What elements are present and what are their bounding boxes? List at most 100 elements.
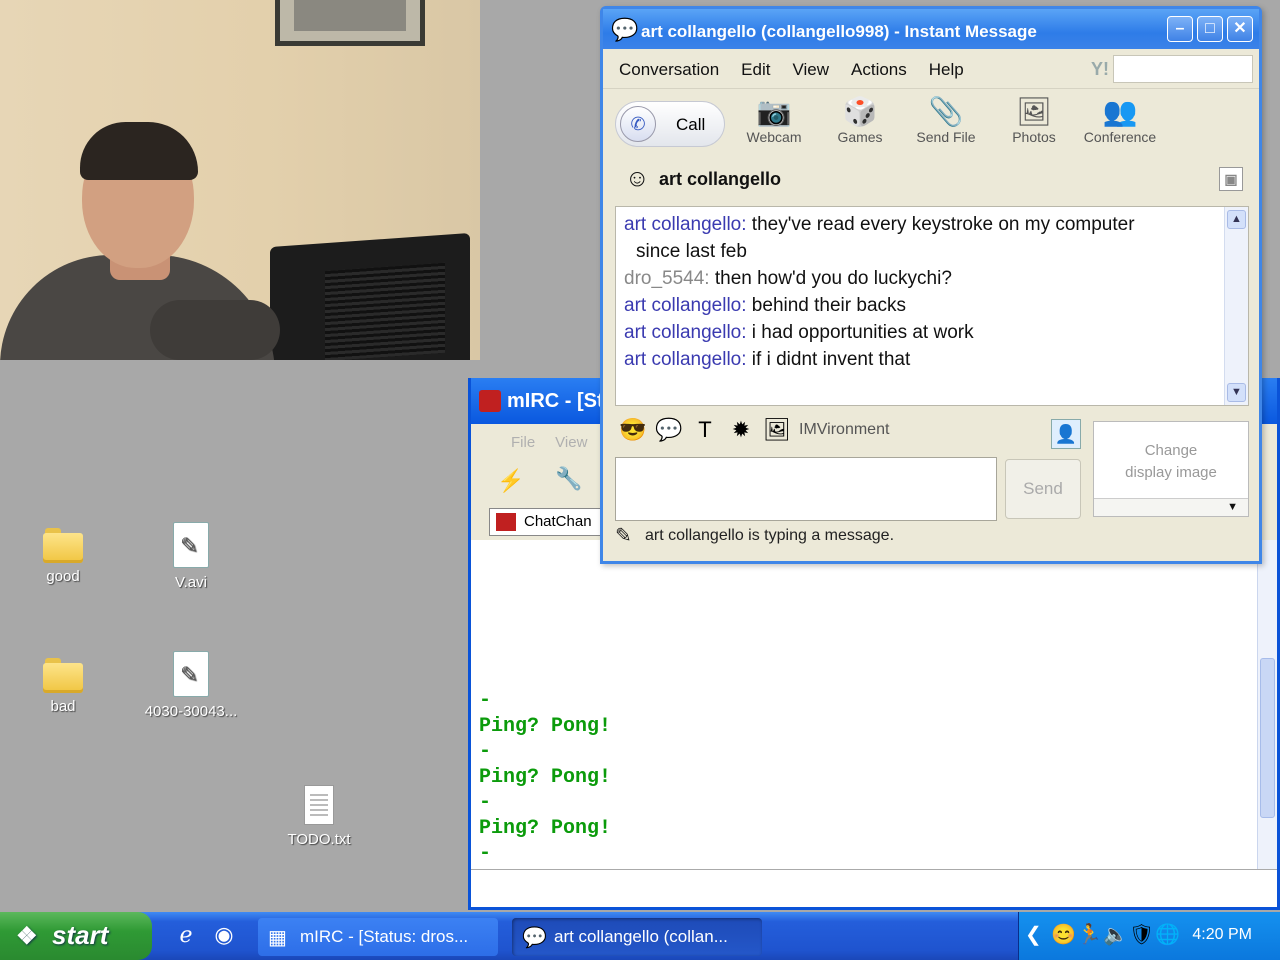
folder-icon [43,658,83,693]
quicklaunch-ie-icon[interactable]: ℯ [172,922,200,950]
message-text: if i didnt invent that [746,349,911,370]
messenger-app-icon: 💬 [611,17,639,42]
log-line: Ping? Pong! [479,765,612,789]
mirc-menu-view[interactable]: View [555,434,587,460]
typing-status: ✎ art collangello is typing a message. [615,525,895,547]
chat-message: art collangello: i had opportunities at … [624,319,1218,346]
picture-frame [275,0,425,46]
text-format-icon[interactable]: T [687,417,723,443]
imvironment-label[interactable]: IMVironment [799,421,889,438]
photos-label: Photos [1012,129,1056,145]
scroll-up-icon[interactable]: ▲ [1227,210,1246,229]
windows-flag-icon: ❖ [16,923,38,950]
im-title: art collangello (collangello998) - Insta… [641,22,1037,41]
yahoo-logo-icon: Y! [1091,59,1109,79]
photos-button[interactable]: 🖼 Photos [989,95,1079,145]
chat-message: art collangello: if i didnt invent that [624,346,1218,373]
webcam-video-feed [0,0,480,360]
scroll-down-icon[interactable]: ▼ [1227,383,1246,402]
tray-aim-icon[interactable]: 🏃 [1077,922,1102,947]
phone-icon: ✆ [620,106,656,142]
tray-messenger-icon[interactable]: 😊 [1051,922,1076,947]
video-file-icon [173,651,209,697]
desktop-icon-bad[interactable]: bad [3,658,123,715]
person-hair [80,122,198,180]
audible-icon[interactable]: 💬 [651,417,687,443]
tab-chatchannel[interactable]: ChatChan [489,508,609,536]
menu-conversation[interactable]: Conversation [619,60,719,88]
games-button[interactable]: 🎲 Games [815,95,905,145]
send-file-button[interactable]: 📎 Send File [901,95,991,145]
taskbar-item-im[interactable]: 💬 art collangello (collan... [512,918,762,956]
desktop-icon-label: TODO.txt [287,831,351,848]
messenger-icon: 💬 [522,927,547,949]
photos-icon: 🖼 [1016,96,1052,127]
mirc-scrollbar[interactable] [1257,540,1277,870]
mirc-menu-file[interactable]: File [481,434,535,460]
desktop-icon-v-avi[interactable]: V.avi [131,522,251,591]
system-tray: ❮ 😊 🏃 🔈 🛡 🌐 4:20 PM [1018,912,1280,960]
options-icon[interactable]: 🔧 [555,466,582,492]
desktop-icon-good[interactable]: good [3,528,123,585]
chevron-down-icon[interactable]: ▼ [1094,498,1248,516]
tray-security-icon[interactable]: 🛡 [1129,922,1154,947]
conference-button[interactable]: 👥 Conference [1075,95,1165,145]
message-text: behind their backs [746,295,907,316]
smiley-status-icon: ☺ [625,165,650,192]
quicklaunch-firefox-icon[interactable]: ◉ [210,922,238,950]
maximize-button[interactable]: □ [1197,16,1223,42]
folder-icon [43,528,83,563]
games-label: Games [837,129,883,145]
im-menubar: Conversation Edit View Actions Help Y! [603,49,1259,89]
webcam-button[interactable]: 📷 Webcam [729,95,819,145]
chat-message: art collangello: behind their backs [624,292,1218,319]
im-titlebar[interactable]: 💬 art collangello (collangello998) - Ins… [603,9,1259,49]
chat-scrollbar[interactable]: ▲ ▼ [1224,207,1248,405]
start-button[interactable]: ❖ start [0,912,152,960]
message-text: then how'd you do luckychi? [709,268,952,289]
menu-edit[interactable]: Edit [741,60,770,88]
message-text: i had opportunities at work [746,322,974,343]
desktop-icon-4030[interactable]: 4030-30043... [131,651,251,720]
log-line: - [479,689,492,712]
task-label: art collangello (collan... [554,927,728,946]
webcam-icon: 📷 [756,96,792,127]
conference-icon: 👥 [1102,96,1138,127]
menu-actions[interactable]: Actions [851,60,907,88]
buzz-icon[interactable]: ✹ [723,417,759,443]
mirc-command-input[interactable] [471,869,1277,907]
chat-message-continuation: since last feb [636,241,747,262]
tray-network-icon[interactable]: 🌐 [1155,922,1180,947]
typing-status-text: art collangello is typing a message. [645,527,895,544]
menu-view[interactable]: View [792,60,829,88]
display-image-box[interactable]: Change display image ▼ [1093,421,1249,517]
message-input[interactable] [615,457,997,521]
tray-volume-icon[interactable]: 🔈 [1103,922,1128,947]
mirc-scroll-thumb[interactable] [1260,658,1275,818]
call-button[interactable]: ✆ Call [615,101,725,147]
display-image-label-1: Change [1144,442,1198,459]
tray-expand-icon[interactable]: ❮ [1025,922,1042,947]
connect-icon[interactable]: ⚡ [497,468,524,494]
contact-name: art collangello [659,169,782,189]
contact-card-icon[interactable]: ▣ [1219,167,1243,191]
log-line: Ping? Pong! [479,816,612,840]
desktop-icon-label: bad [50,698,76,715]
contact-details-icon[interactable]: 👤 [1051,419,1081,449]
message-sender: art collangello: [624,349,747,370]
webcam-label: Webcam [746,129,802,145]
minimize-button[interactable]: – [1167,16,1193,42]
menu-help[interactable]: Help [929,60,964,88]
taskbar-item-mirc[interactable]: ▦ mIRC - [Status: dros... [258,918,498,956]
send-button[interactable]: Send [1005,459,1081,519]
message-sender: dro_5544: [624,268,710,289]
imvironment-icon[interactable]: 🖼 [759,417,795,443]
call-label: Call [676,115,706,134]
emoticon-icon[interactable]: 😎 [615,417,651,443]
chat-message: dro_5544: then how'd you do luckychi? [624,265,1218,292]
close-button[interactable]: ✕ [1227,16,1253,42]
chat-history: art collangello: they've read every keys… [615,206,1249,406]
instant-message-window[interactable]: 💬 art collangello (collangello998) - Ins… [600,6,1262,564]
im-search-box[interactable] [1113,55,1253,83]
desktop-icon-todo-txt[interactable]: TODO.txt [259,785,379,848]
